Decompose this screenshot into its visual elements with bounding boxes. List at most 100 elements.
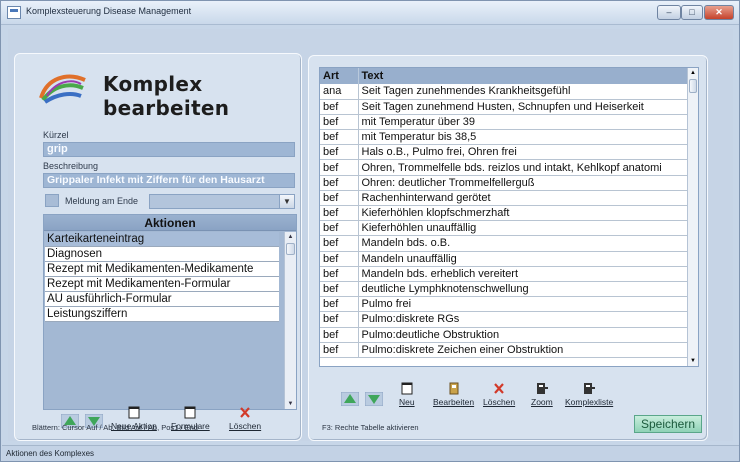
- table-scrollbar[interactable]: ▲ ▼: [687, 68, 698, 366]
- list-item[interactable]: Rezept mit Medikamenten-Medikamente: [45, 262, 279, 277]
- beschreibung-field[interactable]: Grippaler Infekt mit Ziffern für den Hau…: [43, 173, 295, 188]
- table-row[interactable]: ana Seit Tagen zunehmendes Krankheitsgefü…: [320, 84, 688, 100]
- table-row[interactable]: bef Pulmo:deutliche Obstruktion: [320, 327, 688, 343]
- list-item[interactable]: Leistungsziffern: [45, 307, 279, 322]
- cell-text: Mandeln bds. o.B.: [358, 235, 688, 252]
- cell-text: mit Temperatur bis 38,5: [358, 129, 688, 146]
- table-row[interactable]: bef Seit Tagen zunehmend Husten, Schnupfe…: [320, 99, 688, 115]
- column-header-art[interactable]: Art: [320, 68, 359, 84]
- actions-scrollbar[interactable]: ▲ ▼: [284, 232, 296, 409]
- meldung-select[interactable]: ▼: [149, 194, 295, 209]
- text-table: Art Text ana Seit Tagen zunehmendes Krank…: [319, 67, 699, 367]
- list-icon: [584, 383, 596, 394]
- cell-text: Mandeln bds. erheblich vereitert: [358, 266, 688, 282]
- cell-art: bef: [320, 220, 359, 237]
- actions-header: Aktionen: [44, 215, 296, 231]
- cell-text: Seit Tagen zunehmend Husten, Schnupfen u…: [358, 99, 688, 115]
- scroll-up-icon[interactable]: ▲: [285, 232, 296, 242]
- left-panel: Komplex bearbeiten Kürzel grip Beschreib…: [14, 53, 302, 441]
- table-row[interactable]: bef mit Temperatur über 39: [320, 114, 688, 131]
- zoom-button[interactable]: Zoom: [531, 382, 553, 407]
- delete-entry-label: Löschen: [483, 397, 516, 407]
- new-entry-label: Neu: [399, 397, 415, 407]
- save-button[interactable]: Speichern: [634, 415, 702, 433]
- window-title: Komplexsteuerung Disease Management: [26, 6, 192, 16]
- table-header-row: Art Text: [320, 68, 688, 84]
- table-row[interactable]: bef deutliche Lymphknotenschwellung: [320, 281, 688, 298]
- cell-art: bef: [320, 175, 359, 191]
- maximize-button[interactable]: □: [681, 5, 703, 20]
- complex-list-button[interactable]: Komplexliste: [565, 382, 613, 407]
- scroll-thumb[interactable]: [689, 79, 697, 93]
- zoom-label: Zoom: [531, 397, 553, 407]
- list-item[interactable]: Rezept mit Medikamenten-Formular: [45, 277, 279, 292]
- cell-art: bef: [320, 281, 359, 298]
- cell-art: bef: [320, 129, 359, 146]
- left-help-text: Blättern: Cursor Auf / Ab, Bild Auf / Ab…: [32, 423, 198, 432]
- table-row[interactable]: bef mit Temperatur bis 38,5: [320, 129, 688, 146]
- new-entry-button[interactable]: Neu: [399, 382, 415, 407]
- complex-list-label: Komplexliste: [565, 397, 614, 407]
- app-icon: [7, 6, 21, 19]
- table-row[interactable]: bef Kieferhöhlen unauffällig: [320, 220, 688, 237]
- table-row[interactable]: bef Pulmo:diskrete RGs: [320, 311, 688, 328]
- minimize-button[interactable]: –: [657, 5, 681, 20]
- form-icon: [184, 406, 196, 419]
- table-row[interactable]: bef Pulmo frei: [320, 296, 688, 313]
- kuerzel-label: Kürzel: [43, 130, 69, 140]
- client-area: Komplex bearbeiten Kürzel grip Beschreib…: [8, 29, 733, 441]
- delete-action-button[interactable]: Löschen: [229, 406, 261, 431]
- edit-icon: [449, 382, 459, 395]
- beschreibung-label: Beschreibung: [43, 161, 99, 171]
- table-row[interactable]: bef Mandeln bds. erheblich vereitert: [320, 266, 688, 282]
- table-row[interactable]: bef Mandeln bds. o.B.: [320, 235, 688, 252]
- cell-art: bef: [320, 144, 359, 161]
- cell-art: bef: [320, 99, 359, 115]
- move-up-icon[interactable]: [341, 392, 359, 406]
- list-item[interactable]: AU ausführlich-Formular: [45, 292, 279, 307]
- cell-text: Pulmo:diskrete RGs: [358, 311, 688, 328]
- table-body: ana Seit Tagen zunehmendes Krankheitsgefü…: [320, 84, 688, 358]
- delete-entry-button[interactable]: Löschen: [483, 382, 515, 407]
- cell-text: Seit Tagen zunehmendes Krankheitsgefühl: [358, 84, 688, 100]
- edit-button[interactable]: Bearbeiten: [433, 382, 474, 407]
- cell-text: Pulmo:diskrete Zeichen einer Obstruktion: [358, 342, 688, 358]
- list-item[interactable]: Karteikarteneintrag: [45, 232, 279, 247]
- scroll-thumb[interactable]: [286, 243, 295, 255]
- new-document-icon: [128, 406, 140, 419]
- cell-text: Pulmo frei: [358, 296, 688, 313]
- cell-art: bef: [320, 205, 359, 222]
- delete-icon: [240, 407, 250, 418]
- column-header-text[interactable]: Text: [358, 68, 688, 84]
- status-bar: Aktionen des Komplexes: [2, 445, 739, 461]
- new-document-icon: [401, 382, 413, 395]
- scroll-down-icon[interactable]: ▼: [285, 399, 296, 409]
- cell-art: bef: [320, 327, 359, 343]
- chevron-down-icon[interactable]: ▼: [279, 195, 294, 208]
- table-row[interactable]: bef Hals o.B., Pulmo frei, Ohren frei: [320, 144, 688, 161]
- cell-art: bef: [320, 190, 359, 207]
- cell-text: Hals o.B., Pulmo frei, Ohren frei: [358, 144, 688, 161]
- meldung-checkbox[interactable]: [45, 194, 59, 207]
- table-row[interactable]: bef Rachenhinterwand gerötet: [320, 190, 688, 207]
- table-row[interactable]: bef Pulmo:diskrete Zeichen einer Obstrukt…: [320, 342, 688, 358]
- title-bar: Komplexsteuerung Disease Management – □ …: [1, 1, 739, 25]
- scroll-down-icon[interactable]: ▼: [688, 356, 698, 366]
- edit-label: Bearbeiten: [433, 397, 475, 407]
- cell-text: Kieferhöhlen klopfschmerzhaft: [358, 205, 688, 222]
- table-row[interactable]: bef Ohren, Trommelfelle bds. reizlos und …: [320, 159, 688, 176]
- scroll-up-icon[interactable]: ▲: [688, 68, 698, 78]
- logo-icon: [39, 74, 86, 104]
- move-down-icon[interactable]: [365, 392, 383, 406]
- cell-art: bef: [320, 311, 359, 328]
- cell-art: bef: [320, 342, 359, 358]
- table-row[interactable]: bef Kieferhöhlen klopfschmerzhaft: [320, 205, 688, 222]
- table-row[interactable]: bef Mandeln unauffällig: [320, 251, 688, 267]
- cell-art: bef: [320, 114, 359, 131]
- close-button[interactable]: ✕: [704, 5, 734, 20]
- kuerzel-field[interactable]: grip: [43, 142, 295, 157]
- cell-art: bef: [320, 266, 359, 282]
- list-item[interactable]: Diagnosen: [45, 247, 279, 262]
- cell-art: bef: [320, 296, 359, 313]
- table-row[interactable]: bef Ohren: deutlicher Trommelfellerguß: [320, 175, 688, 191]
